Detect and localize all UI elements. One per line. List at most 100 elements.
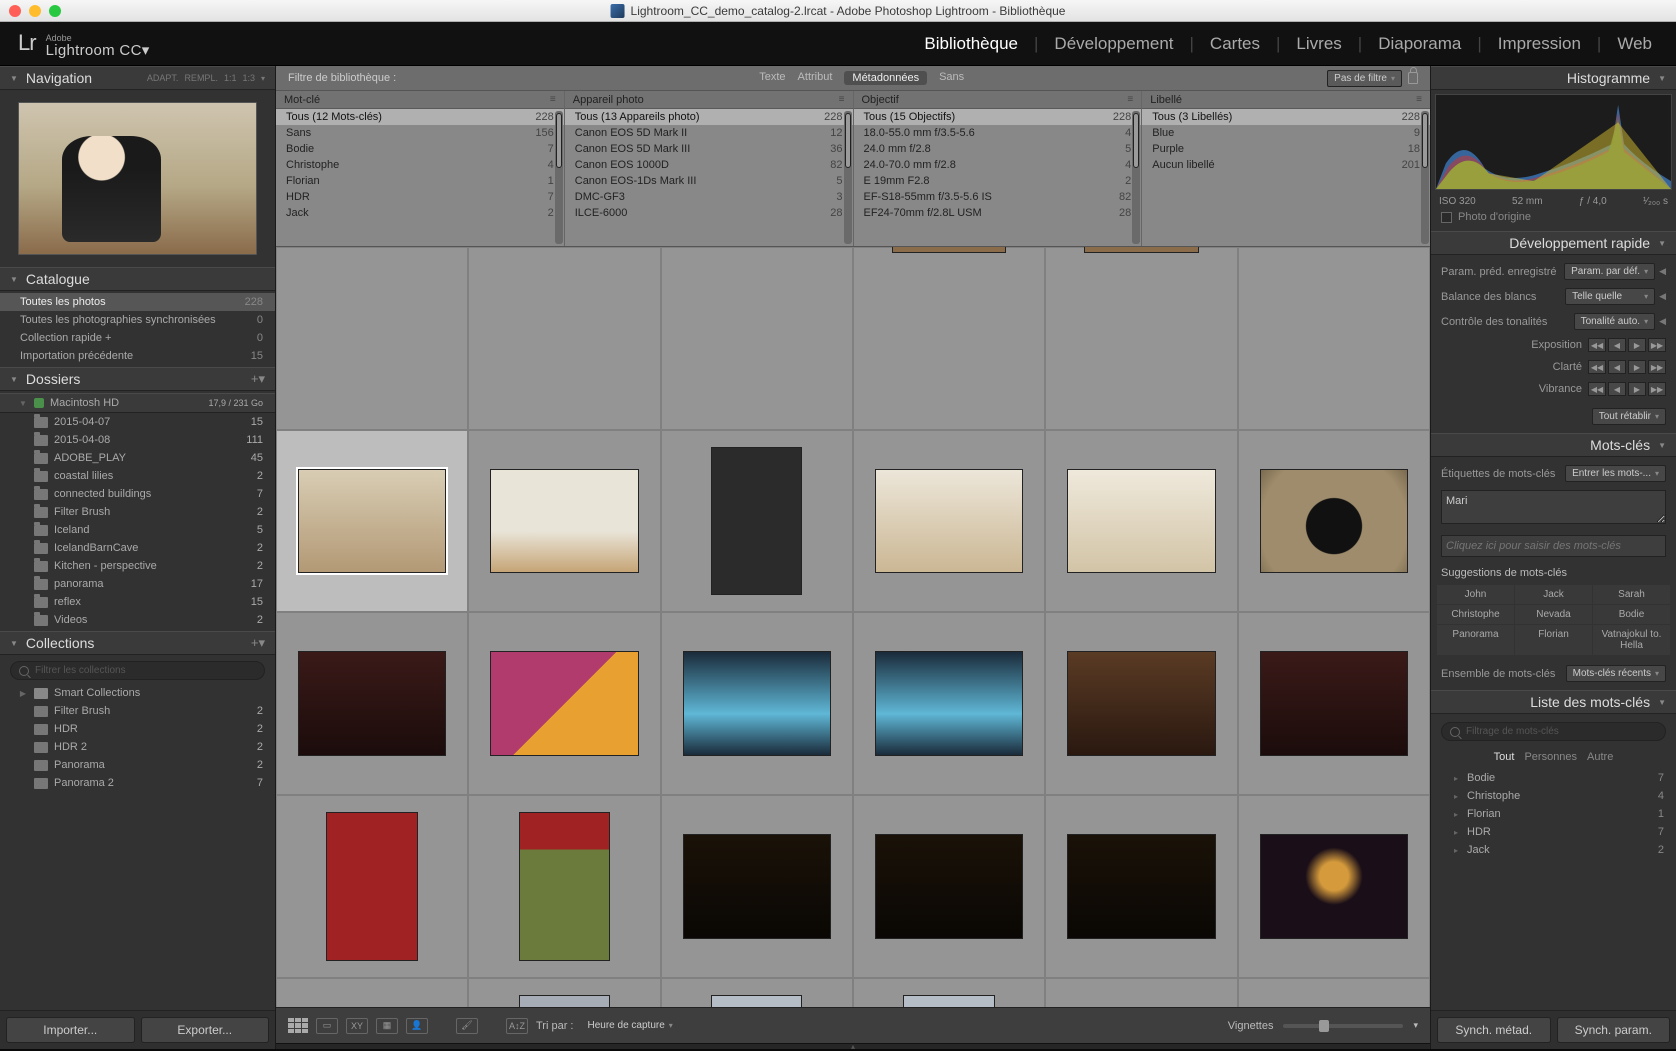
grid-thumb[interactable] [892,247,1006,253]
scrollbar[interactable] [555,111,563,244]
folder-row[interactable]: Filter Brush2 [0,503,275,521]
grid-thumb[interactable] [1067,834,1215,939]
metadata-row[interactable]: Tous (12 Mots-clés)228 [276,109,564,125]
metadata-row[interactable]: Jack2 [276,205,564,221]
collection-row[interactable]: Panorama2 [0,756,275,774]
module-library[interactable]: Bibliothèque [918,34,1024,54]
kw-tab-other[interactable]: Autre [1587,751,1613,763]
keyword-suggestion[interactable]: John [1437,585,1514,604]
filter-tab-none[interactable]: Sans [939,71,964,85]
filmstrip-handle[interactable]: ▴ [276,1043,1430,1049]
scrollbar[interactable] [1421,111,1429,244]
exposure-dec[interactable]: ◀ [1608,338,1626,352]
metadata-column-header[interactable]: Mot-clé≡ [276,91,564,109]
grid-thumb[interactable] [519,812,610,960]
metadata-row[interactable]: 24.0-70.0 mm f/2.84 [854,157,1142,173]
painter-tool-icon[interactable]: 🖌 [456,1018,478,1034]
grid-thumb[interactable] [490,469,638,574]
keyword-suggestion[interactable]: Sarah [1593,585,1670,604]
metadata-row[interactable]: 18.0-55.0 mm f/3.5-5.64 [854,125,1142,141]
view-grid-icon[interactable] [288,1018,308,1034]
reset-all-button[interactable]: Tout rétablir [1592,408,1666,425]
collections-filter-input[interactable]: Filtrer les collections [10,661,265,680]
grid-thumb[interactable] [903,995,994,1007]
filter-tab-attribute[interactable]: Attribut [798,71,833,85]
clarity-inc2[interactable]: ▶▶ [1648,360,1666,374]
collection-row[interactable]: Filter Brush2 [0,702,275,720]
window-close-button[interactable] [9,5,21,17]
metadata-row[interactable]: ILCE-600028 [565,205,853,221]
metadata-row[interactable]: Florian1 [276,173,564,189]
view-survey-icon[interactable]: ▦ [376,1018,398,1034]
grid-thumb[interactable] [1260,651,1408,756]
keyword-list-header[interactable]: Liste des mots-clés▼ [1431,690,1676,714]
catalog-item[interactable]: Importation précédente15 [0,347,275,365]
folder-row[interactable]: coastal lilies2 [0,467,275,485]
vibrance-dec2[interactable]: ◀◀ [1588,382,1606,396]
grid-thumb[interactable] [1260,469,1408,574]
collections-header[interactable]: ▼Collections +▾ [0,631,275,655]
collection-row[interactable]: Panorama 27 [0,774,275,792]
window-zoom-button[interactable] [49,5,61,17]
grid-thumb[interactable] [711,995,802,1007]
keyword-entry-input[interactable] [1441,535,1666,557]
folder-row[interactable]: panorama17 [0,575,275,593]
wb-dropdown[interactable]: Telle quelle [1565,288,1655,305]
view-compare-icon[interactable]: XY [346,1018,368,1034]
module-web[interactable]: Web [1611,34,1658,54]
sync-settings-button[interactable]: Synch. param. [1557,1017,1671,1043]
keyword-set-dropdown[interactable]: Mots-clés récents [1566,665,1666,682]
chevron-left-icon[interactable]: ◀ [1659,291,1666,302]
chevron-left-icon[interactable]: ◀ [1659,266,1666,277]
collection-row[interactable]: HDR2 [0,720,275,738]
nav-mode-1to3[interactable]: 1:3 [242,73,255,83]
folder-row[interactable]: 2015-04-08111 [0,431,275,449]
clarity-dec[interactable]: ◀ [1608,360,1626,374]
keyword-suggestion[interactable]: Vatnajokul to. Hella [1593,625,1670,655]
navigator-preview[interactable] [18,102,257,255]
filter-tab-metadata[interactable]: Métadonnées [844,71,927,85]
module-develop[interactable]: Développement [1048,34,1179,54]
keyword-textarea[interactable] [1441,490,1666,524]
import-button[interactable]: Importer... [6,1017,135,1043]
chevron-left-icon[interactable]: ◀ [1659,316,1666,327]
grid-thumb[interactable] [298,651,446,756]
exposure-inc2[interactable]: ▶▶ [1648,338,1666,352]
sort-direction-icon[interactable]: A↕Z [506,1018,528,1034]
keyword-suggestion[interactable]: Bodie [1593,605,1670,624]
keyword-suggestion[interactable]: Christophe [1437,605,1514,624]
sync-metadata-button[interactable]: Synch. métad. [1437,1017,1551,1043]
exposure-dec2[interactable]: ◀◀ [1588,338,1606,352]
grid-thumb[interactable] [519,995,610,1007]
chevron-down-icon[interactable]: ▾ [261,74,265,83]
catalog-header[interactable]: ▼Catalogue [0,267,275,291]
app-name-dropdown[interactable]: Lightroom CC▾ [46,43,150,58]
metadata-row[interactable]: E 19mm F2.82 [854,173,1142,189]
filter-tab-text[interactable]: Texte [759,71,785,85]
collection-row[interactable]: HDR 22 [0,738,275,756]
grid-thumb[interactable] [683,651,831,756]
view-loupe-icon[interactable]: ▭ [316,1018,338,1034]
metadata-row[interactable]: Bodie7 [276,141,564,157]
keyword-list-row[interactable]: ▸Florian1 [1431,805,1676,823]
module-slideshow[interactable]: Diaporama [1372,34,1467,54]
vibrance-dec[interactable]: ◀ [1608,382,1626,396]
window-minimize-button[interactable] [29,5,41,17]
metadata-row[interactable]: Canon EOS-1Ds Mark III5 [565,173,853,189]
metadata-row[interactable]: EF24-70mm f/2.8L USM28 [854,205,1142,221]
view-people-icon[interactable]: 👤 [406,1018,428,1034]
keyword-suggestion[interactable]: Nevada [1515,605,1592,624]
collection-row[interactable]: ▶Smart Collections [0,684,275,702]
column-menu-icon[interactable]: ≡ [550,94,556,105]
folder-row[interactable]: IcelandBarnCave2 [0,539,275,557]
folder-row[interactable]: reflex15 [0,593,275,611]
keyword-list-row[interactable]: ▸Bodie7 [1431,769,1676,787]
column-menu-icon[interactable]: ≡ [839,94,845,105]
nav-mode-fill[interactable]: REMPL. [184,73,218,83]
folder-row[interactable]: 2015-04-0715 [0,413,275,431]
metadata-row[interactable]: EF-S18-55mm f/3.5-5.6 IS82 [854,189,1142,205]
grid-thumb-selected[interactable] [298,469,446,574]
grid-thumb[interactable] [326,812,417,960]
catalog-item[interactable]: Collection rapide +0 [0,329,275,347]
histogram-header[interactable]: Histogramme▼ [1431,66,1676,90]
